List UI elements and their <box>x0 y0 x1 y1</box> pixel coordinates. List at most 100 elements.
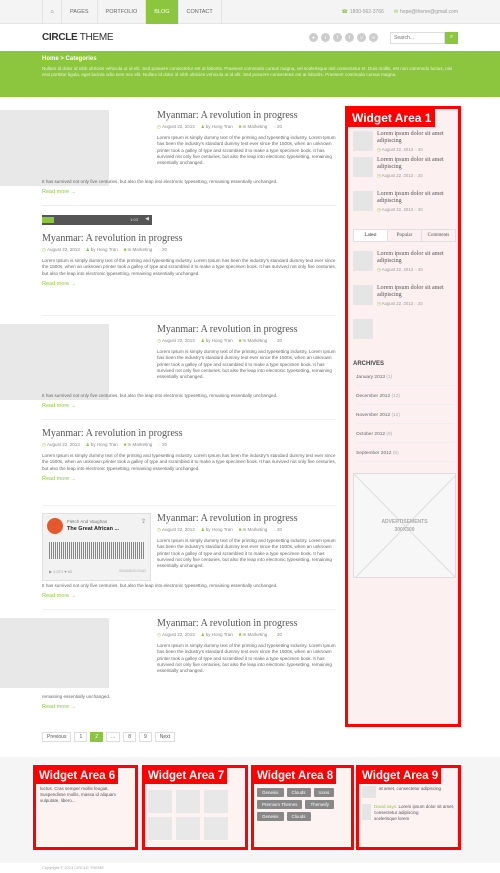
play-button[interactable] <box>42 217 54 223</box>
sidebar-post-title[interactable]: Lorem ipsum dolor sit amet adipiscing <box>377 285 455 299</box>
tag[interactable]: Icons <box>313 788 335 797</box>
post-author[interactable]: by Hong Tran <box>91 442 118 447</box>
sidebar-post-thumb <box>353 285 373 305</box>
vimeo-icon[interactable]: v <box>357 33 366 42</box>
breadcrumb-home[interactable]: Home <box>42 56 59 62</box>
tag[interactable]: Clouds <box>286 812 311 821</box>
calendar-icon: ◷ <box>157 124 161 129</box>
archive-month[interactable]: October 2012 <box>356 432 385 437</box>
archive-link[interactable]: October 2012 (9) <box>356 432 454 443</box>
read-more-link[interactable]: Read more → <box>42 593 336 599</box>
post-author[interactable]: by Hong Tran <box>91 247 118 252</box>
archive-month[interactable]: November 2012 <box>356 413 390 418</box>
post-title[interactable]: Myanmar: A revolution in progress <box>157 513 336 524</box>
photo-thumb[interactable] <box>148 790 172 813</box>
sidebar-post-thumb-only[interactable] <box>353 319 373 339</box>
facebook-icon[interactable]: f <box>333 33 342 42</box>
read-more-link[interactable]: Read more → <box>42 704 336 710</box>
post-category[interactable]: In Marketing <box>243 124 268 129</box>
sidebar-post[interactable]: Lorem ipsum dolor sit amet adipiscing ◷ A… <box>353 157 455 179</box>
archive-month[interactable]: September 2012 <box>356 451 391 456</box>
post-comments[interactable]: 20 <box>277 338 282 343</box>
tag[interactable]: Clouds <box>286 788 311 797</box>
nav-contact[interactable]: CONTACT <box>179 0 222 24</box>
search-button[interactable]: ⌕ <box>445 31 458 44</box>
tag[interactable]: Themeify <box>305 800 334 809</box>
post-comments[interactable]: 20 <box>277 632 282 637</box>
post-category[interactable]: In Marketing <box>243 527 268 532</box>
post-title[interactable]: Myanmar: A revolution in progress <box>42 233 336 244</box>
home-icon[interactable]: ⌂ <box>42 0 62 24</box>
pager-next[interactable]: Next <box>154 732 176 742</box>
twitter-icon[interactable]: t <box>345 33 354 42</box>
photo-thumb[interactable] <box>204 790 228 813</box>
read-more-link[interactable]: Read more → <box>42 281 336 287</box>
sidebar-post-title[interactable]: Lorem ipsum dolor sit amet adipiscing <box>377 191 455 205</box>
nav-blog[interactable]: BLOG <box>146 0 179 24</box>
nav-pages[interactable]: PAGES <box>62 0 98 24</box>
nav-portfolio[interactable]: PORTFOLIO <box>98 0 147 24</box>
read-more-link[interactable]: Read more → <box>42 403 336 409</box>
volume-icon[interactable]: ◀ <box>145 216 149 222</box>
tag[interactable]: Genesis <box>257 812 284 821</box>
post-title[interactable]: Myanmar: A revolution in progress <box>157 110 336 121</box>
photo-thumb[interactable] <box>176 817 200 840</box>
post-comments[interactable]: 20 <box>277 124 282 129</box>
post-excerpt: Lorem Ipsum is simply dummy text of the … <box>42 453 336 471</box>
archive-link[interactable]: January 2013 (1) <box>356 375 454 386</box>
post-category[interactable]: In Marketing <box>128 442 153 447</box>
post-title[interactable]: Myanmar: A revolution in progress <box>42 428 336 439</box>
post-author[interactable]: by Hong Tran <box>206 338 233 343</box>
copyright: Copyright © 2013 CIRCLE THEME <box>0 863 500 873</box>
post-author[interactable]: by Hong Tran <box>206 124 233 129</box>
sidebar-post-title[interactable]: Lorem ipsum dolor sit amet adipiscing <box>377 251 455 265</box>
archive-count: (5) <box>392 451 399 456</box>
pager-page-8[interactable]: 8 <box>123 732 136 742</box>
post-author[interactable]: by Hong Tran <box>206 527 233 532</box>
read-more-link[interactable]: Read more → <box>42 189 336 195</box>
photo-thumb[interactable] <box>204 817 228 840</box>
read-more-link[interactable]: Read more → <box>42 476 336 482</box>
sidebar-post-title[interactable]: Lorem ipsum dolor sit amet adipiscing <box>377 157 455 171</box>
sidebar-post-title[interactable]: Lorem ipsum dolor sit amet adipiscing <box>377 131 455 145</box>
pager-page-2[interactable]: 2 <box>90 732 104 742</box>
post-author[interactable]: by Hong Tran <box>206 632 233 637</box>
photo-thumb[interactable] <box>176 790 200 813</box>
photo-thumb[interactable] <box>148 817 172 840</box>
rss-icon[interactable]: ◗ <box>321 33 330 42</box>
comment-author[interactable]: David says: <box>374 804 397 809</box>
sidebar-post[interactable]: Lorem ipsum dolor sit amet adipiscing ◷ A… <box>353 285 455 307</box>
post-category[interactable]: In Marketing <box>128 247 153 252</box>
archive-link[interactable]: November 2012 (12) <box>356 413 454 424</box>
pager-page-9[interactable]: 9 <box>138 732 152 742</box>
sidebar-post[interactable]: Lorem ipsum dolor sit amet adipiscing ◷ A… <box>353 191 455 213</box>
post-comments[interactable]: 20 <box>162 442 167 447</box>
archive-link[interactable]: September 2012 (5) <box>356 451 454 462</box>
search-input[interactable] <box>390 31 445 44</box>
post-title[interactable]: Myanmar: A revolution in progress <box>157 324 336 335</box>
widget-area-label: Widget Area 1 <box>348 109 436 127</box>
post-category[interactable]: In Marketing <box>243 338 268 343</box>
tag[interactable]: Premium Themes <box>257 800 303 809</box>
tag[interactable]: Genesis <box>257 788 284 797</box>
post-title[interactable]: Myanmar: A revolution in progress <box>157 618 336 629</box>
tab-latest[interactable]: Latest <box>354 230 388 241</box>
archive-month[interactable]: December 2012 <box>356 394 390 399</box>
pager-page-1[interactable]: 1 <box>74 732 88 742</box>
sidebar-post[interactable]: Lorem ipsum dolor sit amet adipiscing ◷ A… <box>353 131 455 153</box>
post-comments[interactable]: 20 <box>162 247 167 252</box>
flickr-icon[interactable]: ∞ <box>369 33 378 42</box>
pager-previous[interactable]: Previous <box>42 732 72 742</box>
post-comments[interactable]: 20 <box>277 527 282 532</box>
archive-link[interactable]: December 2012 (12) <box>356 394 454 405</box>
sidebar-post[interactable]: Lorem ipsum dolor sit amet adipiscing ◷ A… <box>353 251 455 273</box>
post-category[interactable]: In Marketing <box>243 632 268 637</box>
site-logo[interactable]: CIRCLE THEME <box>42 32 114 43</box>
archive-month[interactable]: January 2013 <box>356 375 385 380</box>
dribbble-icon[interactable]: ● <box>309 33 318 42</box>
tab-comments[interactable]: Comments <box>422 230 455 241</box>
advertisement-box[interactable]: ADVERTISEMENTS 300X300 <box>353 473 456 578</box>
tab-popular[interactable]: Popular <box>388 230 422 241</box>
audio-player[interactable]: 1:03 ◀ <box>42 215 152 225</box>
tag-cloud: Genesis Clouds Icons Premium Themes Them… <box>254 784 351 825</box>
